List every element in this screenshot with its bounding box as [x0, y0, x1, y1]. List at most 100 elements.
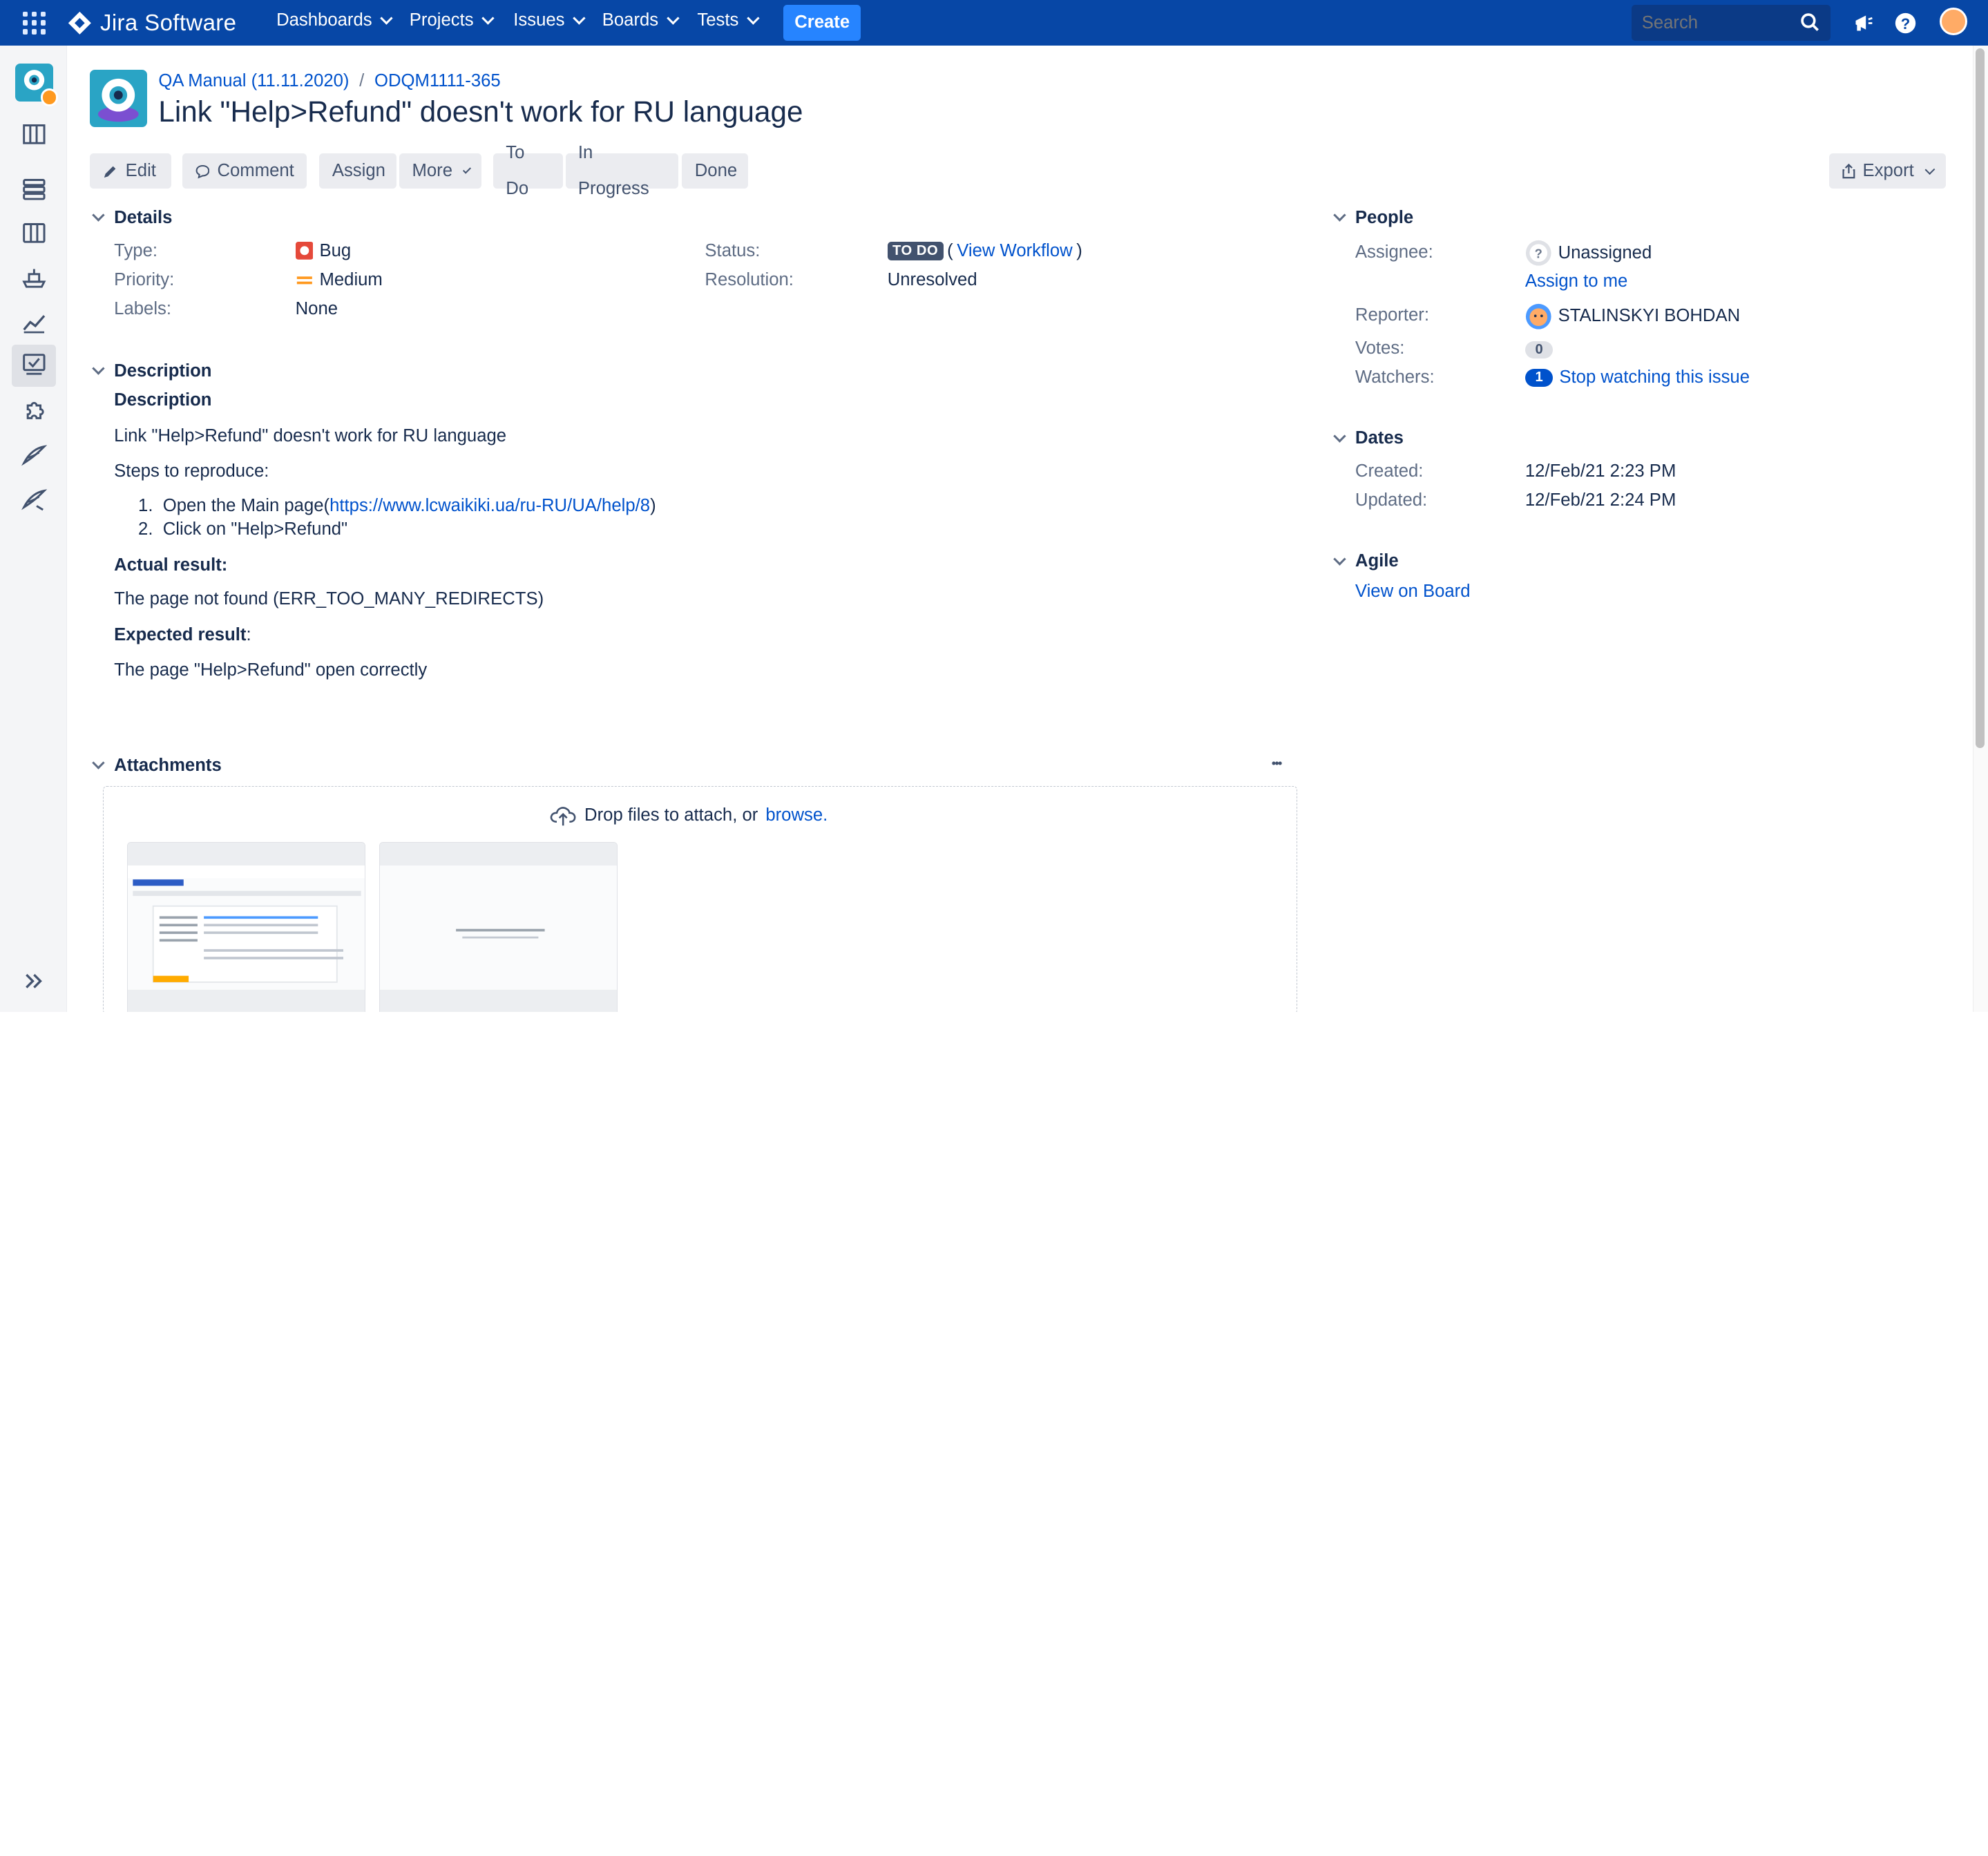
top-navigation-bar: Jira Software Dashboards Projects Issues…	[0, 0, 1988, 46]
comment-button[interactable]: Comment	[182, 153, 307, 189]
steps-label[interactable]: Steps to reproduce:	[114, 461, 269, 481]
nav-projects-label: Projects	[409, 10, 474, 30]
view-workflow-link[interactable]: View Workflow	[957, 241, 1073, 261]
attachments-section-toggle[interactable]: Attachments	[92, 756, 222, 776]
to-do-transition-button[interactable]: To Do	[493, 143, 563, 198]
assign-button[interactable]: Assign	[319, 153, 397, 189]
medium-priority-icon	[296, 276, 312, 284]
chevron-down-icon	[92, 209, 105, 222]
expected-result-value[interactable]: The page "Help>Refund" open correctly	[114, 660, 427, 680]
type-label: Type:	[114, 240, 157, 260]
breadcrumb-project-link[interactable]: QA Manual (11.11.2020)	[158, 71, 349, 91]
attachment-thumbnail-1[interactable]	[126, 841, 365, 1012]
agile-section-toggle[interactable]: Agile	[1332, 551, 1399, 571]
details-heading: Details	[114, 207, 173, 227]
chevron-down-icon	[1924, 164, 1936, 175]
votes-value[interactable]: 0	[1525, 341, 1554, 359]
export-share-icon	[1842, 163, 1855, 179]
stop-watching-link[interactable]: Stop watching this issue	[1559, 367, 1750, 388]
watchers-label: Watchers:	[1355, 367, 1435, 388]
help-icon[interactable]: ?	[1894, 12, 1917, 35]
description-heading: Description	[114, 361, 212, 381]
nav-projects[interactable]: Projects	[409, 10, 495, 30]
nav-issues[interactable]: Issues	[513, 10, 586, 30]
votes-label: Votes:	[1355, 338, 1405, 358]
actual-result-value[interactable]: The page not found (ERR_TOO_MANY_REDIREC…	[114, 589, 544, 609]
description-section-toggle[interactable]: Description	[92, 361, 212, 381]
created-date: 12/Feb/21 2:23 PM	[1525, 461, 1676, 481]
edit-button-label: Edit	[125, 161, 156, 181]
people-section-toggle[interactable]: People	[1332, 208, 1413, 228]
description-line[interactable]: Link "Help>Refund" doesn't work for RU l…	[114, 426, 506, 446]
assignee-label: Assignee:	[1355, 242, 1433, 262]
breadcrumb-issue-key-link[interactable]: ODQM1111-365	[374, 71, 501, 91]
scrollbar-thumb[interactable]	[1976, 48, 1985, 748]
actual-result-label[interactable]: Actual result:	[114, 555, 227, 575]
error-page-preview-image	[379, 842, 617, 1012]
type-value-text: Bug	[319, 240, 352, 260]
jira-logo[interactable]: Jira Software	[67, 9, 236, 37]
step-2: 2. Click on "Help>Refund"	[138, 519, 347, 539]
nav-tests[interactable]: Tests	[697, 10, 760, 30]
attachment-thumbnail-2[interactable]	[379, 841, 618, 1012]
done-transition-button[interactable]: Done	[682, 153, 748, 189]
cloud-upload-icon	[550, 806, 576, 825]
nav-boards[interactable]: Boards	[602, 10, 680, 30]
assignee-value: ? Unassigned	[1525, 240, 1652, 267]
more-button[interactable]: More	[399, 153, 482, 189]
chevron-down-icon	[667, 12, 680, 25]
nav-dashboards[interactable]: Dashboards	[276, 10, 393, 30]
chevron-down-icon	[573, 12, 586, 25]
breadcrumb-separator: /	[359, 70, 365, 90]
roadmap-icon[interactable]	[21, 122, 47, 147]
resolution-value: Unresolved	[887, 269, 977, 289]
assign-to-me-link[interactable]: Assign to me	[1525, 271, 1627, 291]
dates-section-toggle[interactable]: Dates	[1332, 428, 1404, 448]
product-name: Jira Software	[99, 10, 237, 36]
create-button[interactable]: Create	[783, 5, 861, 41]
details-section-toggle[interactable]: Details	[92, 207, 173, 228]
reporter-value[interactable]: STALINSKYI BOHDAN	[1525, 303, 1740, 330]
issues-icon[interactable]	[21, 352, 47, 378]
agile-heading: Agile	[1355, 551, 1399, 571]
project-avatar-icon[interactable]	[15, 63, 59, 107]
lcwaikiki-help-link[interactable]: https://www.lcwaikiki.ua/ru-RU/UA/help/8	[329, 496, 650, 515]
svg-text:?: ?	[1901, 15, 1910, 32]
issue-summary-title[interactable]: Link "Help>Refund" doesn't work for RU l…	[158, 95, 803, 128]
test-wing-alt-icon[interactable]	[21, 487, 47, 513]
edit-button[interactable]: Edit	[90, 153, 171, 189]
search-icon[interactable]	[1800, 12, 1820, 32]
test-wing-icon[interactable]	[21, 443, 47, 468]
project-large-avatar	[90, 69, 147, 127]
attachments-more-options-icon[interactable]: •••	[1272, 756, 1282, 771]
project-sidebar	[0, 46, 68, 1012]
add-ons-puzzle-icon[interactable]	[21, 398, 47, 423]
labels-value[interactable]: None	[296, 299, 338, 319]
reports-chart-icon[interactable]	[21, 309, 47, 335]
app-switcher-icon[interactable]	[23, 11, 46, 35]
view-on-board-link[interactable]: View on Board	[1355, 582, 1471, 602]
board-icon[interactable]	[21, 220, 47, 246]
priority-value-text: Medium	[319, 269, 383, 289]
view-workflow-close-paren: )	[1076, 240, 1082, 260]
updated-label: Updated:	[1355, 490, 1428, 510]
bug-icon	[295, 242, 314, 260]
chevron-down-icon	[1332, 553, 1346, 566]
user-avatar[interactable]	[1940, 8, 1968, 36]
step-2-number: 2.	[138, 519, 163, 539]
releases-ship-icon[interactable]	[21, 265, 47, 291]
page-scrollbar[interactable]	[1972, 46, 1988, 1012]
chevron-down-icon	[92, 362, 105, 375]
expected-result-label[interactable]: Expected result:	[114, 625, 251, 645]
expand-sidebar-icon[interactable]	[21, 968, 47, 994]
backlog-icon[interactable]	[21, 176, 47, 202]
description-subheading[interactable]: Description	[114, 390, 211, 410]
chevron-down-icon	[463, 165, 472, 173]
chevron-down-icon	[1332, 430, 1346, 443]
notifications-megaphone-icon[interactable]	[1852, 12, 1875, 35]
chevron-down-icon	[481, 12, 495, 25]
watchers-count-badge[interactable]: 1	[1525, 368, 1554, 387]
export-button[interactable]: Export	[1829, 153, 1947, 189]
browse-link[interactable]: browse.	[765, 805, 828, 825]
in-progress-transition-button[interactable]: In Progress	[565, 143, 678, 198]
